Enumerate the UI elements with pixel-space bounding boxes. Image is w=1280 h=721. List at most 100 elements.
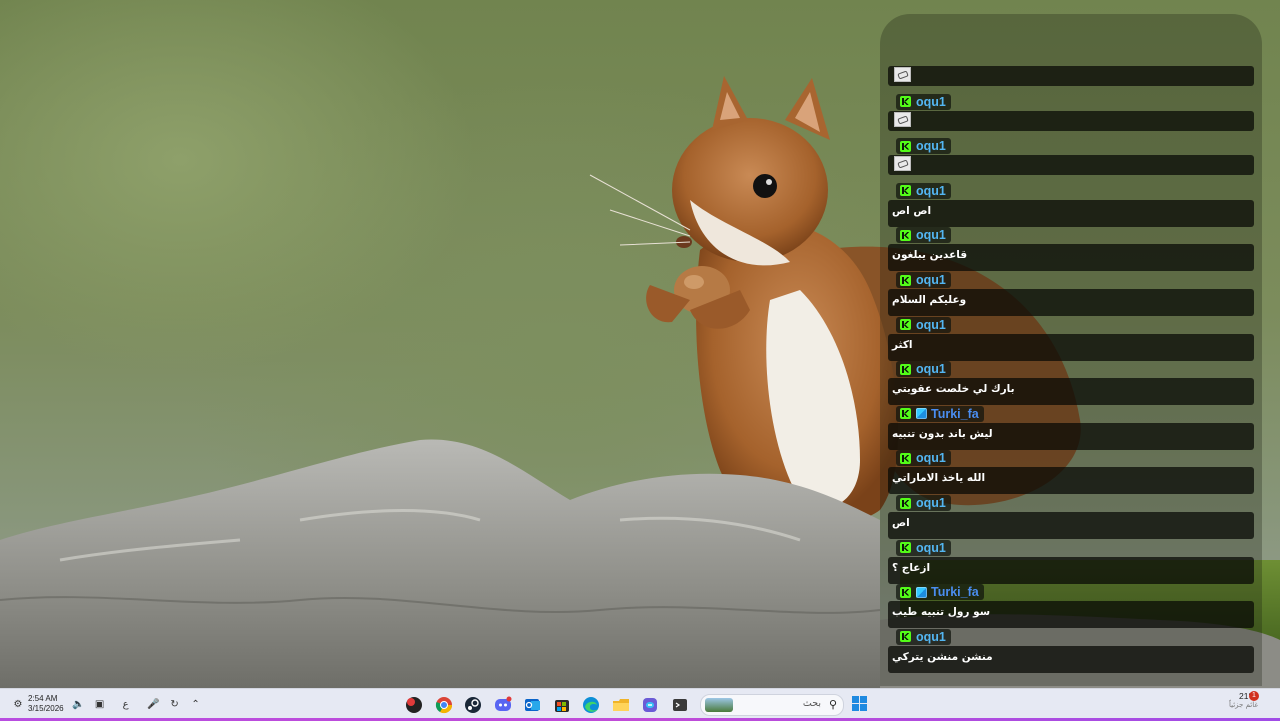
chat-username-row[interactable]: oqu1 bbox=[896, 628, 951, 645]
kick-badge-icon bbox=[900, 542, 911, 554]
subscriber-badge-icon bbox=[916, 408, 927, 420]
chat-username-row[interactable]: oqu1 bbox=[896, 450, 951, 467]
chat-message[interactable]: oqu1 بارك لي خلصت عقوبتي bbox=[888, 361, 1254, 406]
chat-username[interactable]: Turki_fa bbox=[931, 584, 979, 600]
chat-message-text: ليش باند بدون تنبيه bbox=[892, 427, 993, 440]
volume-icon[interactable]: 🔈 bbox=[72, 698, 84, 710]
discord-icon[interactable] bbox=[493, 695, 513, 715]
chat-message-text: اص bbox=[892, 517, 910, 529]
search-highlight-image bbox=[705, 698, 733, 712]
chat-message-body: اص اص bbox=[888, 199, 1254, 227]
edge-icon[interactable] bbox=[581, 695, 601, 715]
chat-message[interactable] bbox=[888, 49, 1254, 93]
taskbar-search[interactable]: بحث ⚲ bbox=[700, 694, 844, 716]
chat-message[interactable]: oqu1 bbox=[888, 138, 1254, 182]
chat-username-row[interactable]: oqu1 bbox=[896, 316, 951, 333]
kick-badge-icon bbox=[900, 96, 911, 108]
chat-username[interactable]: oqu1 bbox=[916, 540, 946, 556]
chat-username[interactable]: oqu1 bbox=[916, 629, 946, 645]
chat-message-body: بارك لي خلصت عقوبتي bbox=[888, 378, 1254, 406]
sync-icon[interactable]: ↻ bbox=[169, 698, 181, 710]
chat-message-text: منشن منشن يتركي bbox=[892, 650, 993, 663]
chat-message-body: ليش باند بدون تنبيه bbox=[888, 422, 1254, 450]
chat-message[interactable]: oqu1 اص اص bbox=[888, 182, 1254, 227]
chat-message[interactable]: oqu1 bbox=[888, 93, 1254, 138]
chat-message-text: بارك لي خلصت عقوبتي bbox=[892, 383, 1015, 396]
chat-message[interactable]: oqu1 اكثر bbox=[888, 316, 1254, 361]
weather-desc: غائم جزئياً bbox=[1228, 701, 1258, 709]
clock[interactable]: 2:54 AM 3/15/2026 bbox=[28, 694, 64, 714]
chat-username[interactable]: oqu1 bbox=[916, 272, 946, 288]
chat-message-text: وعليكم السلام bbox=[892, 294, 967, 306]
chat-username-row[interactable]: oqu1 bbox=[896, 93, 951, 110]
emote-image-icon bbox=[894, 156, 911, 172]
kick-badge-icon bbox=[900, 185, 911, 197]
notification-badge[interactable]: 1 bbox=[1249, 691, 1259, 701]
steam-icon[interactable] bbox=[463, 695, 483, 715]
chat-message-body: اكثر bbox=[888, 333, 1254, 361]
chat-message[interactable]: oqu1 قاعدين يبلغون bbox=[888, 227, 1254, 272]
chat-message[interactable]: oqu1 منشن منشن يتركي bbox=[888, 628, 1254, 673]
chat-username-row[interactable]: oqu1 bbox=[896, 182, 951, 199]
chevron-up-icon[interactable]: ⌃ bbox=[190, 698, 202, 710]
start-button[interactable] bbox=[852, 696, 868, 712]
outlook-icon[interactable] bbox=[522, 695, 542, 715]
chat-username[interactable]: oqu1 bbox=[916, 227, 946, 243]
taskbar: ⚙ 2:54 AM 3/15/2026 🔈 ▣ ع 🎤 ↻ ⌃ بحث ⚲ غا… bbox=[0, 688, 1280, 721]
chat-message[interactable]: oqu1 اص bbox=[888, 495, 1254, 539]
chat-message[interactable]: oqu1 وعليكم السلام bbox=[888, 272, 1254, 316]
chat-message[interactable]: oqu1 الله ياخذ الاماراتي bbox=[888, 450, 1254, 495]
store-icon[interactable] bbox=[552, 695, 572, 715]
search-placeholder: بحث bbox=[802, 698, 821, 709]
chat-username-row[interactable]: Turki_fa bbox=[896, 584, 984, 601]
kick-badge-icon bbox=[900, 319, 911, 331]
terminal-icon[interactable] bbox=[670, 695, 690, 715]
chat-username[interactable]: oqu1 bbox=[916, 361, 946, 377]
chat-username-row[interactable]: oqu1 bbox=[896, 138, 951, 155]
chat-username-row[interactable]: oqu1 bbox=[896, 495, 951, 511]
chat-username[interactable]: oqu1 bbox=[916, 495, 946, 511]
chat-message[interactable]: Turki_fa سو رول تنبيه طيب bbox=[888, 584, 1254, 629]
chrome-icon[interactable] bbox=[434, 695, 454, 715]
kick-badge-icon bbox=[900, 631, 911, 643]
chat-message-text: الله ياخذ الاماراتي bbox=[892, 472, 986, 485]
display-icon[interactable]: ▣ bbox=[94, 698, 106, 710]
language-indicator[interactable]: ع bbox=[120, 698, 132, 710]
chat-username-row[interactable]: oqu1 bbox=[896, 539, 951, 556]
chat-message-text: سو رول تنبيه طيب bbox=[892, 606, 991, 619]
chat-username-row[interactable]: oqu1 bbox=[896, 272, 951, 288]
chat-message-text: قاعدين يبلغون bbox=[892, 249, 968, 262]
chat-message-body: اص bbox=[888, 512, 1254, 539]
taskbar-apps bbox=[404, 693, 699, 717]
kick-badge-icon bbox=[900, 274, 911, 286]
chat-message-body bbox=[888, 66, 1254, 86]
chat-message[interactable]: oqu1 ازعاج ؟ bbox=[888, 539, 1254, 584]
chat-message-body: الله ياخذ الاماراتي bbox=[888, 467, 1254, 495]
file-explorer-icon[interactable] bbox=[611, 695, 631, 715]
chat-username[interactable]: oqu1 bbox=[916, 138, 946, 154]
system-tray: ⚙ 2:54 AM 3/15/2026 🔈 ▣ ع 🎤 ↻ ⌃ bbox=[6, 689, 202, 719]
record-icon[interactable] bbox=[404, 695, 424, 715]
chat-username[interactable]: Turki_fa bbox=[931, 406, 979, 422]
chat-message-body: سو رول تنبيه طيب bbox=[888, 601, 1254, 629]
chat-username[interactable]: oqu1 bbox=[916, 450, 946, 466]
chat-username-row[interactable]: oqu1 bbox=[896, 361, 951, 378]
chat-username-row[interactable]: Turki_fa bbox=[896, 405, 984, 422]
kick-badge-icon bbox=[900, 586, 911, 598]
kick-badge-icon bbox=[900, 363, 911, 375]
microphone-icon[interactable]: 🎤 bbox=[147, 698, 159, 710]
kick-badge-icon bbox=[900, 452, 911, 464]
chat-message-body: وعليكم السلام bbox=[888, 289, 1254, 316]
clock-date: 3/15/2026 bbox=[28, 704, 64, 713]
kick-badge-icon bbox=[900, 140, 911, 152]
chat-username[interactable]: oqu1 bbox=[916, 317, 946, 333]
copilot-icon[interactable] bbox=[640, 695, 660, 715]
chat-username[interactable]: oqu1 bbox=[916, 183, 946, 199]
chat-username[interactable]: oqu1 bbox=[916, 94, 946, 110]
chat-message-body bbox=[888, 155, 1254, 176]
chat-username-row[interactable]: oqu1 bbox=[896, 227, 951, 244]
network-icon[interactable]: ⚙ bbox=[12, 698, 24, 710]
kick-badge-icon bbox=[900, 408, 911, 420]
chat-message-list[interactable]: oqu1 oqu1 oqu1 اص اص oqu1 قاعدين يبلغون oqu1 وع… bbox=[880, 14, 1262, 686]
chat-message[interactable]: Turki_fa ليش باند بدون تنبيه bbox=[888, 405, 1254, 450]
